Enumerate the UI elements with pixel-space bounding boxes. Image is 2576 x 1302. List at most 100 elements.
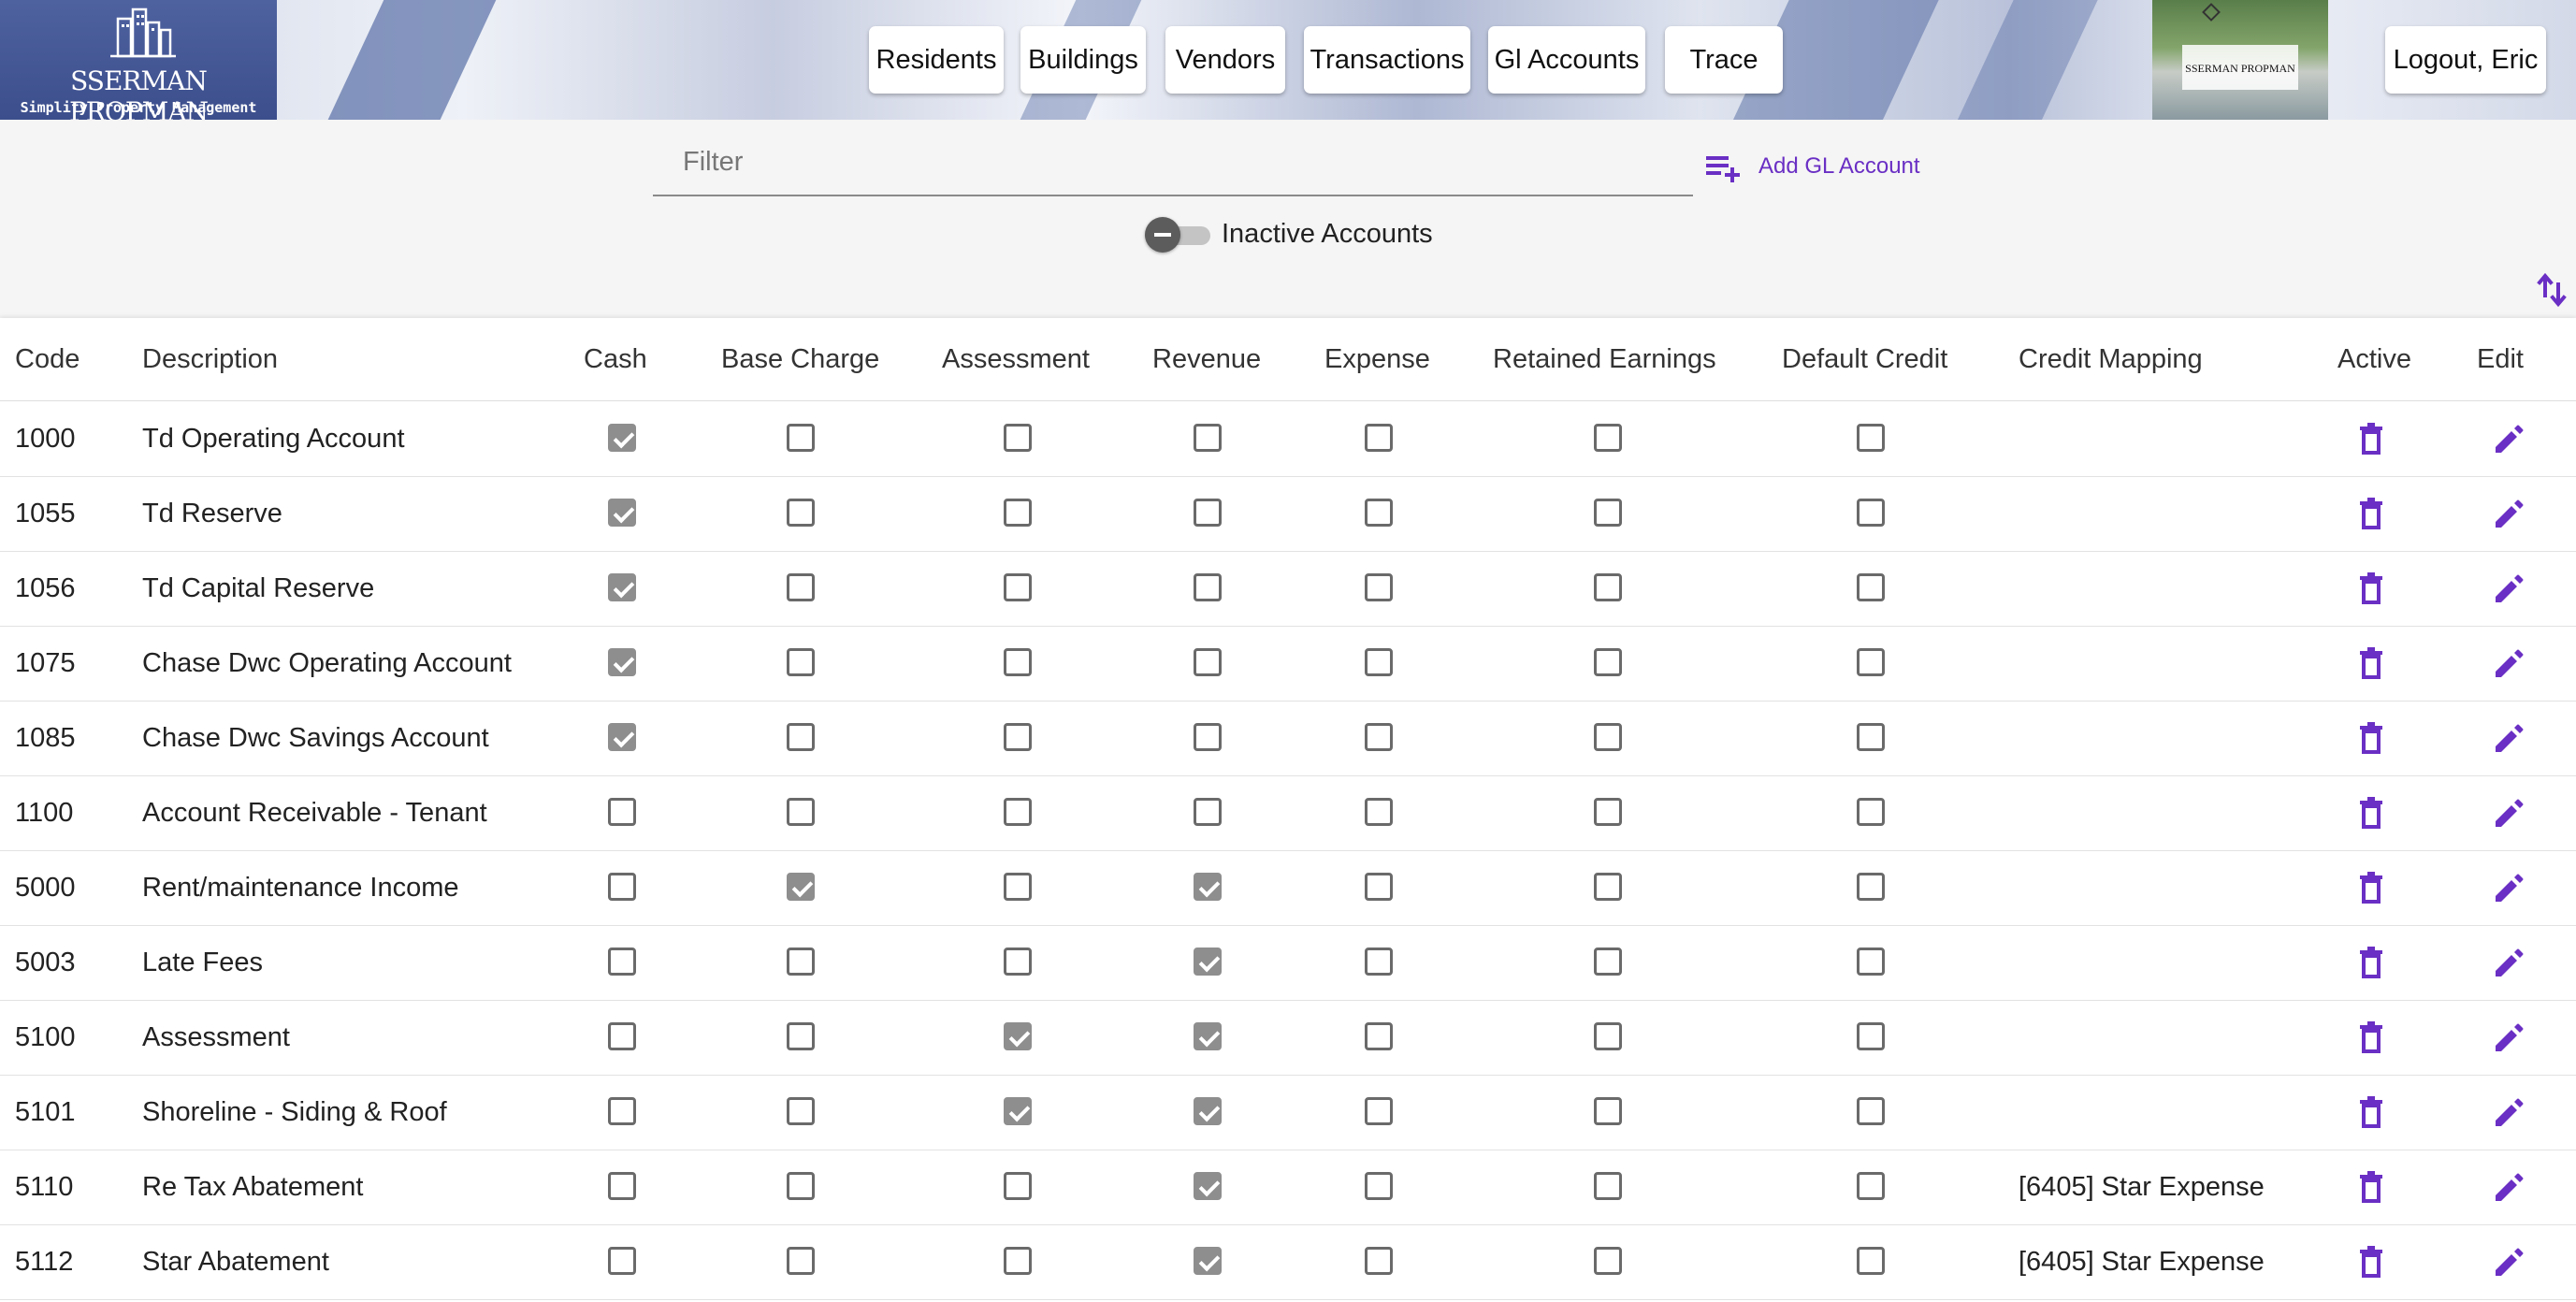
checkbox-retained-earnings[interactable] [1594, 499, 1622, 527]
checkbox-expense[interactable] [1365, 1247, 1393, 1275]
pencil-icon[interactable] [2491, 719, 2528, 757]
checkbox-base-charge[interactable] [787, 499, 815, 527]
checkbox-expense[interactable] [1365, 798, 1393, 826]
add-gl-account-button[interactable]: Add GL Account [1704, 148, 1920, 185]
checkbox-expense[interactable] [1365, 424, 1393, 452]
checkbox-default-credit[interactable] [1857, 573, 1885, 601]
checkbox-default-credit[interactable] [1857, 648, 1885, 676]
checkbox-retained-earnings[interactable] [1594, 1022, 1622, 1050]
trash-icon[interactable] [2352, 1019, 2390, 1056]
checkbox-base-charge[interactable] [787, 948, 815, 976]
checkbox-retained-earnings[interactable] [1594, 573, 1622, 601]
checkbox-retained-earnings[interactable] [1594, 1097, 1622, 1125]
trash-icon[interactable] [2352, 794, 2390, 832]
checkbox-revenue[interactable] [1194, 1247, 1222, 1275]
pencil-icon[interactable] [2491, 1019, 2528, 1056]
pencil-icon[interactable] [2491, 570, 2528, 607]
checkbox-retained-earnings[interactable] [1594, 424, 1622, 452]
trash-icon[interactable] [2352, 644, 2390, 682]
checkbox-expense[interactable] [1365, 948, 1393, 976]
checkbox-assessment[interactable] [1004, 424, 1032, 452]
checkbox-cash[interactable] [608, 1247, 636, 1275]
checkbox-cash[interactable] [608, 1172, 636, 1200]
checkbox-revenue[interactable] [1194, 1097, 1222, 1125]
checkbox-default-credit[interactable] [1857, 1097, 1885, 1125]
nav-gl-accounts-button[interactable]: Gl Accounts [1488, 26, 1645, 94]
nav-trace-button[interactable]: Trace [1665, 26, 1783, 94]
checkbox-cash[interactable] [608, 424, 636, 452]
pencil-icon[interactable] [2491, 1168, 2528, 1206]
checkbox-default-credit[interactable] [1857, 1247, 1885, 1275]
table-row[interactable]: 1055 Td Reserve [0, 476, 2576, 552]
table-row[interactable]: 5000 Rent/maintenance Income [0, 850, 2576, 926]
checkbox-expense[interactable] [1365, 573, 1393, 601]
checkbox-expense[interactable] [1365, 1172, 1393, 1200]
checkbox-revenue[interactable] [1194, 1022, 1222, 1050]
filter-input[interactable] [653, 131, 1693, 193]
checkbox-cash[interactable] [608, 648, 636, 676]
checkbox-revenue[interactable] [1194, 798, 1222, 826]
pencil-icon[interactable] [2491, 420, 2528, 457]
table-row[interactable]: 5100 Assessment [0, 1000, 2576, 1076]
inactive-accounts-toggle[interactable] [1145, 215, 1214, 253]
checkbox-assessment[interactable] [1004, 873, 1032, 901]
checkbox-retained-earnings[interactable] [1594, 873, 1622, 901]
pencil-icon[interactable] [2491, 1243, 2528, 1280]
checkbox-default-credit[interactable] [1857, 1172, 1885, 1200]
checkbox-default-credit[interactable] [1857, 873, 1885, 901]
checkbox-assessment[interactable] [1004, 948, 1032, 976]
checkbox-base-charge[interactable] [787, 1097, 815, 1125]
checkbox-base-charge[interactable] [787, 1247, 815, 1275]
checkbox-base-charge[interactable] [787, 648, 815, 676]
checkbox-assessment[interactable] [1004, 1022, 1032, 1050]
checkbox-revenue[interactable] [1194, 573, 1222, 601]
pencil-icon[interactable] [2491, 794, 2528, 832]
checkbox-cash[interactable] [608, 1022, 636, 1050]
trash-icon[interactable] [2352, 869, 2390, 906]
pencil-icon[interactable] [2491, 495, 2528, 532]
checkbox-cash[interactable] [608, 798, 636, 826]
checkbox-base-charge[interactable] [787, 573, 815, 601]
checkbox-base-charge[interactable] [787, 723, 815, 751]
table-row[interactable]: 5003 Late Fees [0, 925, 2576, 1001]
trash-icon[interactable] [2352, 1168, 2390, 1206]
checkbox-base-charge[interactable] [787, 1172, 815, 1200]
checkbox-base-charge[interactable] [787, 873, 815, 901]
checkbox-default-credit[interactable] [1857, 798, 1885, 826]
checkbox-base-charge[interactable] [787, 1022, 815, 1050]
checkbox-retained-earnings[interactable] [1594, 798, 1622, 826]
checkbox-revenue[interactable] [1194, 648, 1222, 676]
table-row[interactable]: 1000 Td Operating Account [0, 401, 2576, 477]
checkbox-retained-earnings[interactable] [1594, 648, 1622, 676]
table-row[interactable]: 1085 Chase Dwc Savings Account [0, 701, 2576, 776]
checkbox-default-credit[interactable] [1857, 723, 1885, 751]
checkbox-base-charge[interactable] [787, 424, 815, 452]
checkbox-retained-earnings[interactable] [1594, 948, 1622, 976]
checkbox-revenue[interactable] [1194, 1172, 1222, 1200]
checkbox-assessment[interactable] [1004, 723, 1032, 751]
checkbox-revenue[interactable] [1194, 499, 1222, 527]
checkbox-revenue[interactable] [1194, 424, 1222, 452]
table-row[interactable]: 1100 Account Receivable - Tenant [0, 775, 2576, 851]
checkbox-default-credit[interactable] [1857, 948, 1885, 976]
trash-icon[interactable] [2352, 495, 2390, 532]
checkbox-expense[interactable] [1365, 648, 1393, 676]
trash-icon[interactable] [2352, 420, 2390, 457]
pencil-icon[interactable] [2491, 869, 2528, 906]
checkbox-assessment[interactable] [1004, 1247, 1032, 1275]
filter-field[interactable] [653, 131, 1693, 196]
checkbox-assessment[interactable] [1004, 1097, 1032, 1125]
sort-icon[interactable] [2537, 271, 2567, 309]
trash-icon[interactable] [2352, 1093, 2390, 1131]
checkbox-retained-earnings[interactable] [1594, 1172, 1622, 1200]
pencil-icon[interactable] [2491, 644, 2528, 682]
checkbox-default-credit[interactable] [1857, 499, 1885, 527]
checkbox-revenue[interactable] [1194, 723, 1222, 751]
checkbox-cash[interactable] [608, 723, 636, 751]
checkbox-expense[interactable] [1365, 499, 1393, 527]
checkbox-default-credit[interactable] [1857, 424, 1885, 452]
checkbox-expense[interactable] [1365, 873, 1393, 901]
table-row[interactable]: 1075 Chase Dwc Operating Account [0, 626, 2576, 702]
checkbox-expense[interactable] [1365, 723, 1393, 751]
table-row[interactable]: 5110 Re Tax Abatement [6405] Star Expense [0, 1150, 2576, 1225]
